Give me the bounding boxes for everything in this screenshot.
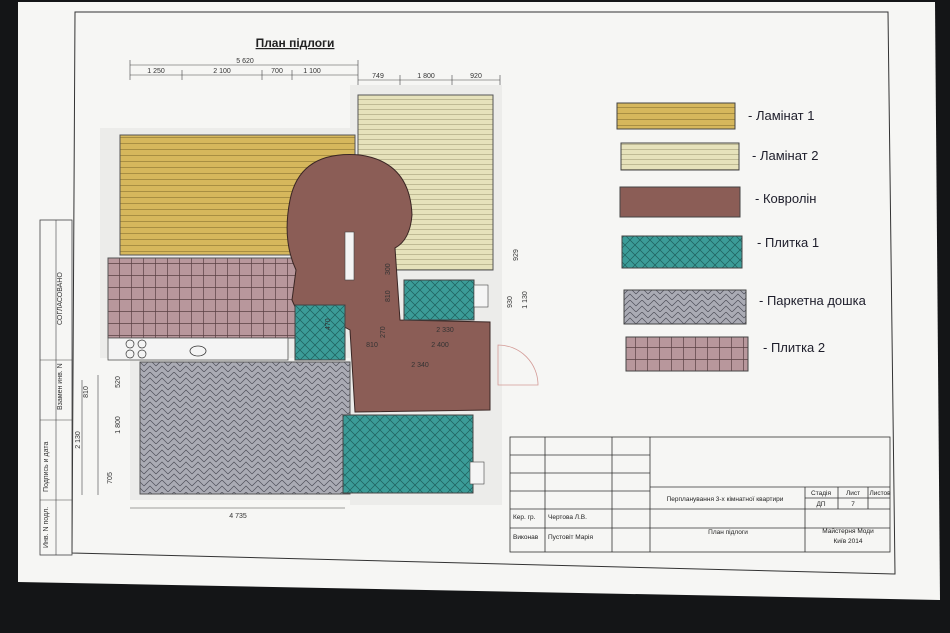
side-label-signature: Подпись и дата [43,442,50,492]
tb-sheets-header: Листов [869,490,891,497]
legend-swatch-tile-2 [625,336,749,372]
dim-right-3: 1 130 [522,291,529,309]
room-parquet [139,361,351,495]
dim-top-4: 1 100 [303,68,321,75]
dim-left-3: 1 800 [115,416,122,434]
legend-label-laminate-2: - Ламінат 2 [752,148,818,163]
dim-inner-2: 810 [385,290,392,302]
legend-label-carpet: - Ковролін [755,191,816,206]
dim-right-2: 930 [507,296,514,308]
dim-inner-4: 470 [325,318,332,330]
dim-left-5: 705 [107,472,114,484]
tb-project: Перпланування 3-х кімнатної квартири [667,495,784,503]
legend-label-parquet: - Паркетна дошка [759,293,867,308]
dim-left-2: 520 [115,376,122,388]
fixture-box [473,284,489,308]
tb-name-2: Пустовіт Марія [548,533,593,541]
plan-title: План підлоги [256,36,335,50]
dim-inner-1: 300 [385,263,392,275]
dim-top-3: 700 [271,68,283,75]
dim-inner-3: 270 [380,326,387,338]
fixture-box [469,461,485,485]
legend-label-tile-1: - Плитка 1 [757,235,819,250]
dim-inner-7: 2 340 [411,362,429,369]
legend-swatch-tile-1 [621,235,743,269]
tb-stage-header: Стадія [811,489,831,497]
tb-role-2: Виконав [513,534,539,541]
dim-top-total: 5 620 [236,58,254,65]
tb-role-1: Кер. гр. [513,514,536,521]
dim-inner-5: 2 400 [431,342,449,349]
side-label-inventory: Инв. N подл. [43,507,50,548]
side-label-replace: Взамен инв. N [57,363,64,410]
legend-label-laminate-1: - Ламінат 1 [748,108,814,123]
legend-label-tile-2: - Плитка 2 [763,340,825,355]
legend-swatch-laminate-2 [620,142,740,171]
legend-swatch-parquet [623,289,747,325]
tb-org-1: Майстерня Моди [822,527,874,535]
dim-right-1: 929 [513,249,520,261]
partition-wall [344,231,355,281]
dim-inner-8: 810 [366,342,378,349]
tb-sheet-header: Лист [846,490,860,497]
dim-top-2: 2 100 [213,68,231,75]
tb-sheet-title: План підлоги [708,528,748,536]
room-tile-1-wc [294,304,346,361]
dim-top-right-3: 920 [470,73,482,80]
dim-inner-6: 2 330 [436,327,454,334]
side-label-agreed: СОГЛАСОВАНО [57,272,64,325]
tb-sheet: 7 [851,501,855,508]
dim-left-1: 810 [83,386,90,398]
tb-name-1: Чертова Л.В. [548,514,587,521]
legend-swatch-carpet [619,186,741,218]
dim-top-right-1: 749 [372,73,384,80]
room-tile-1-bath-upper [403,279,475,321]
tb-org-2: Київ 2014 [834,538,863,545]
floor-plan-drawing: СОГЛАСОВАНО Взамен инв. N Подпись и дата… [18,2,940,600]
dim-bottom: 4 735 [229,513,247,520]
dim-top-1: 1 250 [147,68,165,75]
room-tile-2-kitchen [107,257,301,339]
dim-top-right-2: 1 800 [417,73,435,80]
tb-stage: ДП [816,501,825,508]
legend-swatch-laminate-1 [616,102,736,130]
dim-left-4: 2 130 [75,431,82,449]
room-tile-1-bath-lower [342,414,474,494]
kitchen-counter [107,337,289,361]
